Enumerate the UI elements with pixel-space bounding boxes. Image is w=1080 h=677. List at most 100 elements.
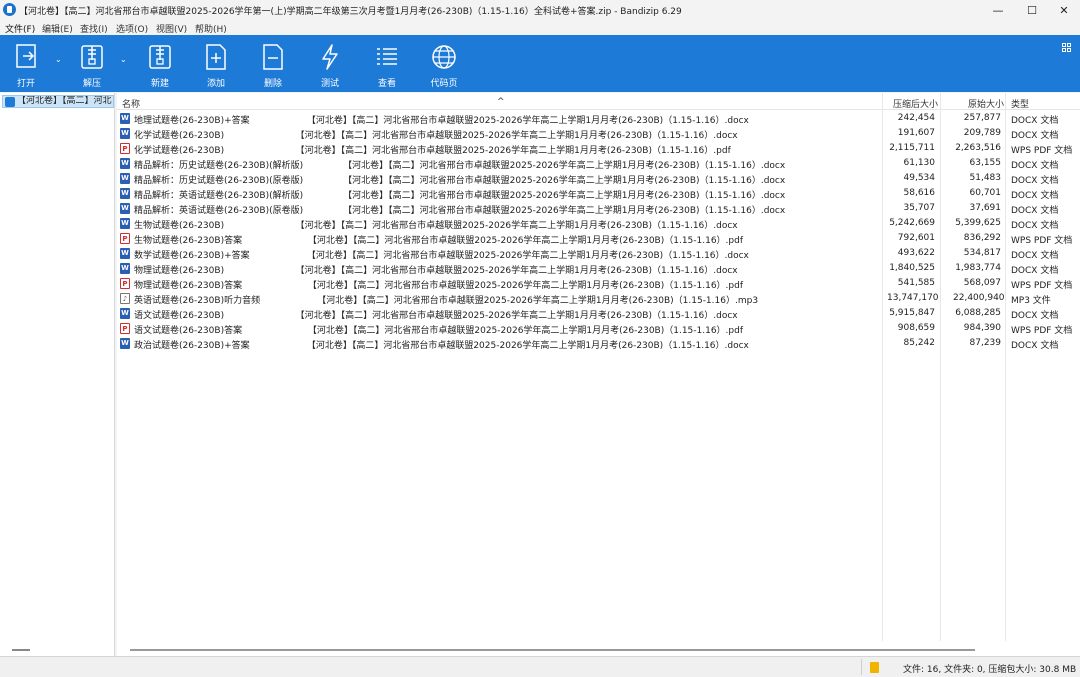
sort-ascending-icon: ^: [497, 97, 505, 107]
file-original-size: 87,239: [969, 338, 1002, 348]
file-name: 精品解析：英语试题卷(26-230B)(解析版) 【河北卷】【高二】河北省邢台市…: [134, 191, 786, 201]
docx-file-icon: W: [120, 248, 130, 259]
file-original-size: 836,292: [963, 233, 1001, 243]
file-original-size: 37,691: [969, 203, 1002, 213]
column-name[interactable]: 名称: [122, 97, 140, 110]
file-row[interactable]: W 数学试题卷(26-230B)+答案 【河北卷】【高二】河北省邢台市卓越联盟20…: [117, 246, 1080, 261]
extract-button[interactable]: 解压: [62, 35, 122, 92]
file-name: 生物试题卷(26-230B)答案 【河北卷】【高二】河北省邢台市卓越联盟2025…: [134, 236, 744, 246]
file-compressed-size: 61,130: [903, 158, 936, 168]
file-row[interactable]: W 政治试题卷(26-230B)+答案 【河北卷】【高二】河北省邢台市卓越联盟20…: [117, 336, 1080, 351]
file-type: DOCX 文档: [1011, 221, 1059, 231]
file-compressed-size: 908,659: [897, 323, 935, 333]
pdf-file-icon: P: [120, 233, 130, 244]
menu-view[interactable]: 视图(V): [156, 22, 187, 35]
new-button[interactable]: 新建: [130, 35, 190, 92]
maximize-button[interactable]: ☐: [1014, 0, 1050, 20]
file-name: 精品解析：历史试题卷(26-230B)(原卷版) 【河北卷】【高二】河北省邢台市…: [134, 176, 786, 186]
file-compressed-size: 191,607: [897, 128, 935, 138]
file-list-horizontal-scrollbar[interactable]: [130, 649, 975, 651]
file-type: DOCX 文档: [1011, 251, 1059, 261]
file-type: WPS PDF 文档: [1011, 146, 1073, 156]
open-dropdown-chevron-icon[interactable]: ⌄: [55, 55, 62, 64]
tree-root-label: 【河北卷】【高二】河北: [17, 96, 112, 106]
delete-label: 删除: [263, 79, 282, 89]
docx-file-icon: W: [120, 188, 130, 199]
file-type: WPS PDF 文档: [1011, 281, 1073, 291]
file-name: 化学试题卷(26-230B) 【河北卷】【高二】河北省邢台市卓越联盟2025-2…: [134, 131, 738, 141]
view-button[interactable]: 查看: [357, 35, 417, 92]
file-name: 生物试题卷(26-230B) 【河北卷】【高二】河北省邢台市卓越联盟2025-2…: [134, 221, 738, 231]
file-row[interactable]: W 精品解析：历史试题卷(26-230B)(原卷版) 【河北卷】【高二】河北省邢台…: [117, 171, 1080, 186]
file-row[interactable]: W 语文试题卷(26-230B) 【河北卷】【高二】河北省邢台市卓越联盟2025-…: [117, 306, 1080, 321]
tree-root-archive[interactable]: 【河北卷】【高二】河北: [2, 95, 114, 108]
file-type: DOCX 文档: [1011, 341, 1059, 351]
column-compressed-size[interactable]: 压缩后大小: [893, 97, 938, 110]
file-compressed-size: 493,622: [897, 248, 935, 258]
menu-file[interactable]: 文件(F): [5, 22, 35, 35]
file-compressed-size: 5,915,847: [889, 308, 935, 318]
file-row[interactable]: W 化学试题卷(26-230B) 【河北卷】【高二】河北省邢台市卓越联盟2025-…: [117, 126, 1080, 141]
file-row[interactable]: ♪ 英语试题卷(26-230B)听力音频 【河北卷】【高二】河北省邢台市卓越联盟2…: [117, 291, 1080, 306]
status-bar: 文件: 16, 文件夹: 0, 压缩包大小: 30.8 MB: [0, 656, 1080, 677]
delete-file-icon: [263, 44, 283, 70]
file-name: 物理试题卷(26-230B) 【河北卷】【高二】河北省邢台市卓越联盟2025-2…: [134, 266, 738, 276]
file-name: 物理试题卷(26-230B)答案 【河北卷】【高二】河北省邢台市卓越联盟2025…: [134, 281, 744, 291]
file-type: DOCX 文档: [1011, 161, 1059, 171]
menu-options[interactable]: 选项(O): [116, 22, 148, 35]
file-name: 语文试题卷(26-230B) 【河北卷】【高二】河北省邢台市卓越联盟2025-2…: [134, 311, 738, 321]
file-original-size: 60,701: [969, 188, 1002, 198]
file-row[interactable]: P 生物试题卷(26-230B)答案 【河北卷】【高二】河北省邢台市卓越联盟202…: [117, 231, 1080, 246]
tree-horizontal-scrollbar[interactable]: [12, 649, 30, 651]
docx-file-icon: W: [120, 338, 130, 349]
pdf-file-icon: P: [120, 323, 130, 334]
menu-edit[interactable]: 编辑(E): [42, 22, 73, 35]
file-original-size: 22,400,940: [953, 293, 1005, 303]
file-type: DOCX 文档: [1011, 206, 1059, 216]
file-row[interactable]: W 精品解析：英语试题卷(26-230B)(原卷版) 【河北卷】【高二】河北省邢台…: [117, 201, 1080, 216]
file-original-size: 984,390: [963, 323, 1001, 333]
add-label: 添加: [206, 79, 225, 89]
file-original-size: 568,097: [963, 278, 1001, 288]
file-row[interactable]: P 物理试题卷(26-230B)答案 【河北卷】【高二】河北省邢台市卓越联盟202…: [117, 276, 1080, 291]
bandizip-app-icon[interactable]: [3, 3, 16, 16]
status-summary: 文件: 16, 文件夹: 0, 压缩包大小: 30.8 MB: [903, 665, 1077, 675]
file-row[interactable]: W 生物试题卷(26-230B) 【河北卷】【高二】河北省邢台市卓越联盟2025-…: [117, 216, 1080, 231]
pdf-file-icon: P: [120, 143, 130, 154]
column-original-size[interactable]: 原始大小: [968, 97, 1004, 110]
file-compressed-size: 541,585: [897, 278, 935, 288]
minimize-button[interactable]: —: [980, 0, 1016, 20]
extract-dropdown-chevron-icon[interactable]: ⌄: [120, 55, 127, 64]
menu-find[interactable]: 查找(I): [80, 22, 108, 35]
file-row[interactable]: P 化学试题卷(26-230B) 【河北卷】【高二】河北省邢台市卓越联盟2025-…: [117, 141, 1080, 156]
file-original-size: 51,483: [969, 173, 1002, 183]
layout-grid-icon[interactable]: [1062, 43, 1072, 53]
column-type[interactable]: 类型: [1011, 97, 1029, 110]
file-row[interactable]: W 精品解析：英语试题卷(26-230B)(解析版) 【河北卷】【高二】河北省邢台…: [117, 186, 1080, 201]
status-divider: [861, 659, 862, 675]
close-button[interactable]: ✕: [1046, 0, 1080, 20]
codepage-button[interactable]: 代码页: [414, 35, 474, 92]
toolbar: 打开 ⌄ 解压 ⌄ 新建 添加 删除 测试 查看 代码页: [0, 35, 1080, 92]
delete-button[interactable]: 删除: [243, 35, 303, 92]
file-original-size: 1,983,774: [955, 263, 1001, 273]
file-original-size: 6,088,285: [955, 308, 1001, 318]
file-row[interactable]: P 语文试题卷(26-230B)答案 【河北卷】【高二】河北省邢台市卓越联盟202…: [117, 321, 1080, 336]
open-button[interactable]: 打开: [0, 35, 60, 92]
extract-icon: [81, 45, 103, 69]
file-row[interactable]: W 地理试题卷(26-230B)+答案 【河北卷】【高二】河北省邢台市卓越联盟20…: [117, 111, 1080, 126]
menu-help[interactable]: 帮助(H): [195, 22, 227, 35]
docx-file-icon: W: [120, 113, 130, 124]
file-type: DOCX 文档: [1011, 176, 1059, 186]
test-button[interactable]: 测试: [300, 35, 360, 92]
file-row[interactable]: W 精品解析：历史试题卷(26-230B)(解析版) 【河北卷】【高二】河北省邢台…: [117, 156, 1080, 171]
archive-path-title: 【河北卷】【高二】河北省邢台市卓越联盟2025-2026学年第一(上)学期高二年…: [19, 7, 534, 17]
docx-file-icon: W: [120, 263, 130, 274]
file-row[interactable]: W 物理试题卷(26-230B) 【河北卷】【高二】河北省邢台市卓越联盟2025-…: [117, 261, 1080, 276]
file-compressed-size: 35,707: [903, 203, 936, 213]
file-name: 地理试题卷(26-230B)+答案 【河北卷】【高二】河北省邢台市卓越联盟202…: [134, 116, 749, 126]
view-label: 查看: [377, 79, 396, 89]
file-original-size: 5,399,625: [955, 218, 1001, 228]
add-button[interactable]: 添加: [186, 35, 246, 92]
archive-icon: [5, 97, 15, 107]
